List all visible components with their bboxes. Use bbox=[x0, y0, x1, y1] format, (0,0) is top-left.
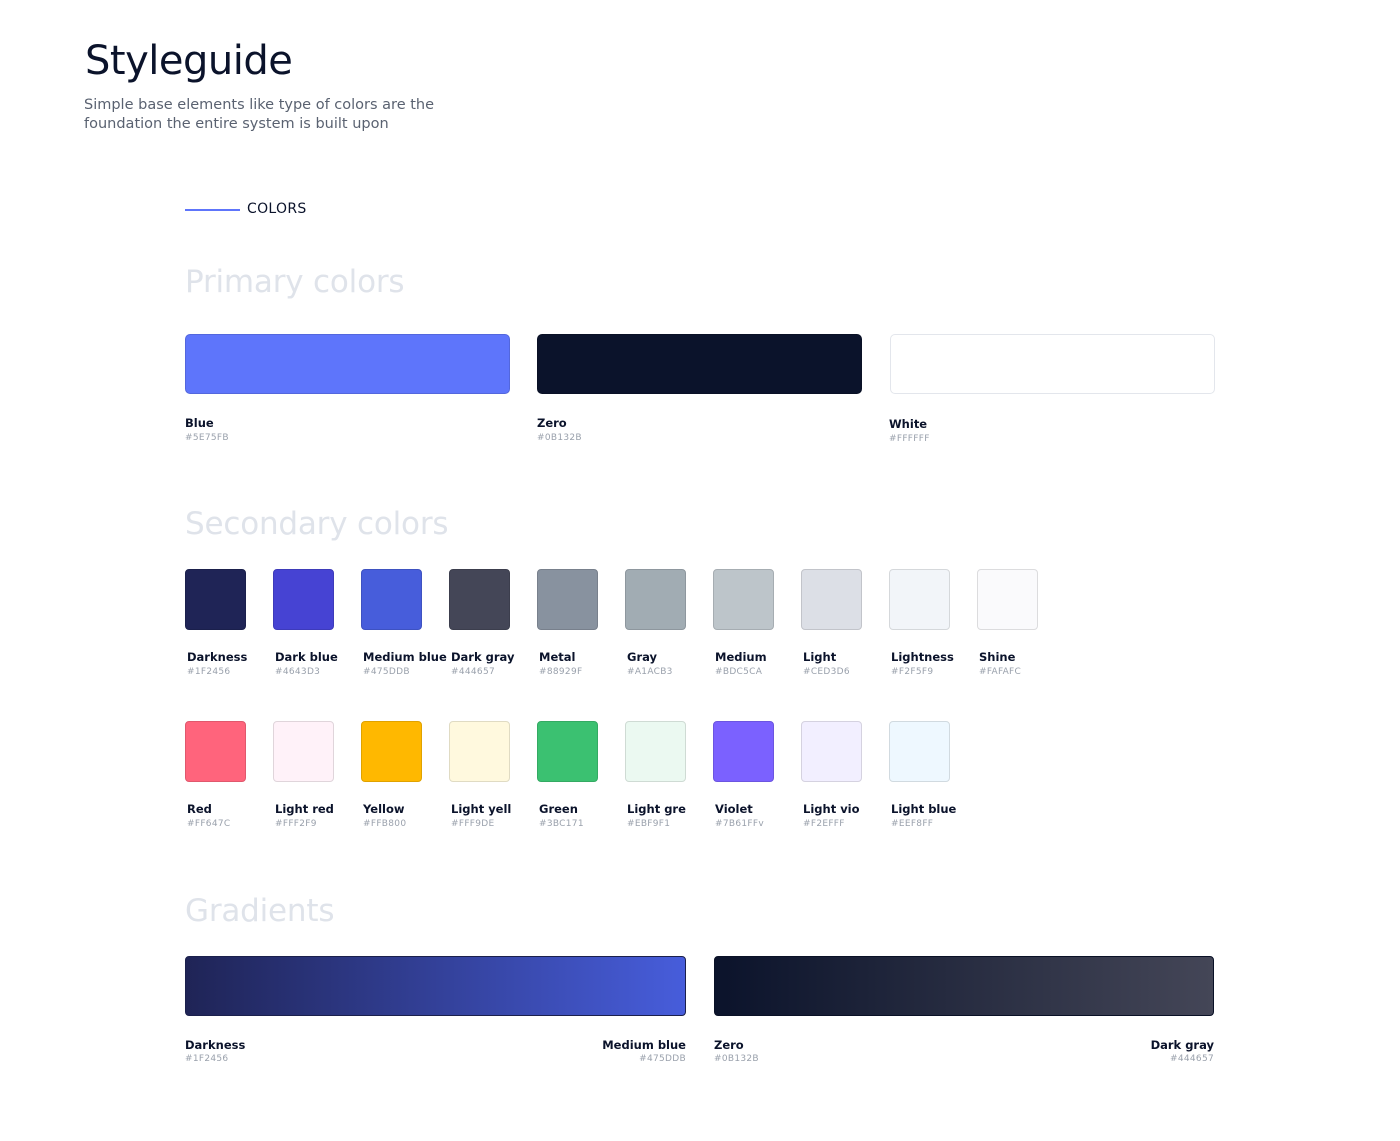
section-divider-line bbox=[185, 209, 240, 211]
swatch-light-vio bbox=[801, 721, 862, 782]
gradient-start-hex: #0B132B bbox=[714, 1054, 759, 1064]
primary-swatch-white bbox=[890, 334, 1215, 394]
page-subtitle: Simple base elements like type of colors… bbox=[84, 97, 435, 132]
gradient-start-name: Zero bbox=[714, 1038, 744, 1052]
swatch-name: Metal bbox=[539, 650, 576, 664]
secondary-colors-title: Secondary colors bbox=[185, 506, 449, 542]
swatch-name: Dark gray bbox=[451, 650, 515, 664]
swatch-light bbox=[801, 569, 862, 630]
swatch-light-red bbox=[273, 721, 334, 782]
swatch-metal bbox=[537, 569, 598, 630]
swatch-hex: #A1ACB3 bbox=[627, 667, 673, 677]
swatch-hex: #FF647C bbox=[187, 819, 231, 829]
swatch-hex: #444657 bbox=[451, 667, 495, 677]
swatch-name: Yellow bbox=[363, 802, 405, 816]
swatch-hex: #0B132B bbox=[537, 433, 582, 443]
swatch-name: Shine bbox=[979, 650, 1016, 664]
swatch-name: Lightness bbox=[891, 650, 954, 664]
swatch-hex: #CED3D6 bbox=[803, 667, 850, 677]
swatch-hex: #FFF2F9 bbox=[275, 819, 317, 829]
swatch-gray bbox=[625, 569, 686, 630]
swatch-hex: #EEF8FF bbox=[891, 819, 934, 829]
swatch-light-gre bbox=[625, 721, 686, 782]
swatch-name: Blue bbox=[185, 416, 214, 430]
swatch-name: Red bbox=[187, 802, 212, 816]
gradient-end-name: Dark gray bbox=[1150, 1038, 1214, 1052]
gradient-swatch-zero-dark-gray bbox=[714, 956, 1214, 1016]
swatch-name: Green bbox=[539, 802, 578, 816]
swatch-hex: #F2F5F9 bbox=[891, 667, 934, 677]
swatch-hex: #5E75FB bbox=[185, 433, 229, 443]
swatch-hex: #475DDB bbox=[363, 667, 410, 677]
swatch-name: Light bbox=[803, 650, 837, 664]
gradient-end-name: Medium blue bbox=[602, 1038, 686, 1052]
swatch-name: White bbox=[889, 417, 928, 431]
swatch-hex: #FFF9DE bbox=[451, 819, 495, 829]
swatch-hex: #7B61FFv bbox=[715, 819, 764, 829]
gradients-title: Gradients bbox=[185, 893, 335, 929]
swatch-name: Zero bbox=[537, 416, 567, 430]
swatch-green bbox=[537, 721, 598, 782]
swatch-name: Light red bbox=[275, 802, 334, 816]
swatch-hex: #F2EFFF bbox=[803, 819, 845, 829]
swatch-dark-gray bbox=[449, 569, 510, 630]
swatch-hex: #FAFAFC bbox=[979, 667, 1022, 677]
swatch-name: Gray bbox=[627, 650, 658, 664]
swatch-hex: #1F2456 bbox=[187, 667, 231, 677]
swatch-light-yell bbox=[449, 721, 510, 782]
gradient-start-hex: #1F2456 bbox=[185, 1054, 229, 1064]
swatch-hex: #EBF9F1 bbox=[627, 819, 671, 829]
primary-colors-title: Primary colors bbox=[185, 264, 405, 300]
swatch-name: Medium blue bbox=[363, 650, 447, 664]
swatch-medium bbox=[713, 569, 774, 630]
swatch-medium-blue bbox=[361, 569, 422, 630]
gradient-start-name: Darkness bbox=[185, 1038, 246, 1052]
swatch-red bbox=[185, 721, 246, 782]
gradient-end-hex: #475DDB bbox=[639, 1054, 686, 1064]
gradient-end-hex: #444657 bbox=[1170, 1054, 1214, 1064]
swatch-darkness bbox=[185, 569, 246, 630]
swatch-name: Light gre bbox=[627, 802, 686, 816]
swatch-hex: #FFFFFF bbox=[889, 434, 930, 444]
swatch-yellow bbox=[361, 721, 422, 782]
swatch-name: Darkness bbox=[187, 650, 248, 664]
swatch-hex: #4643D3 bbox=[275, 667, 321, 677]
swatch-hex: #FFB800 bbox=[363, 819, 407, 829]
swatch-violet bbox=[713, 721, 774, 782]
swatch-name: Light blue bbox=[891, 802, 957, 816]
swatch-light-blue bbox=[889, 721, 950, 782]
swatch-hex: #BDC5CA bbox=[715, 667, 763, 677]
section-label: COLORS bbox=[247, 201, 307, 217]
gradient-swatch-darkness-medium-blue bbox=[185, 956, 686, 1016]
swatch-lightness bbox=[889, 569, 950, 630]
swatch-hex: #88929F bbox=[539, 667, 583, 677]
primary-swatch-zero bbox=[537, 334, 862, 394]
swatch-hex: #3BC171 bbox=[539, 819, 584, 829]
swatch-name: Light yell bbox=[451, 802, 512, 816]
swatch-name: Light vio bbox=[803, 802, 860, 816]
swatch-dark-blue bbox=[273, 569, 334, 630]
swatch-name: Violet bbox=[715, 802, 753, 816]
primary-swatch-blue bbox=[185, 334, 510, 394]
swatch-shine bbox=[977, 569, 1038, 630]
swatch-name: Dark blue bbox=[275, 650, 338, 664]
page-title: Styleguide bbox=[85, 38, 293, 84]
swatch-name: Medium bbox=[715, 650, 767, 664]
